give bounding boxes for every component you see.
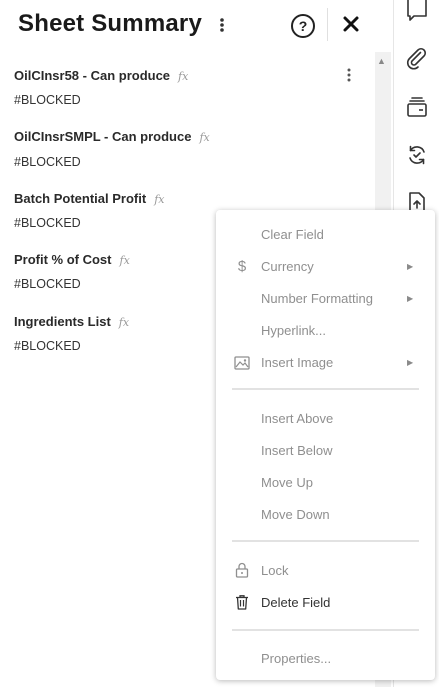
help-icon[interactable]: ? (291, 14, 315, 38)
field-label: Ingredients List (14, 314, 111, 329)
formula-icon: fx (154, 193, 165, 206)
formula-icon: fx (118, 316, 130, 329)
menu-item-hyperlink[interactable]: Hyperlink... (261, 323, 326, 338)
field-more-icon[interactable] (344, 67, 354, 83)
field-value: #BLOCKED (14, 155, 81, 169)
menu-item-insert-above[interactable]: Insert Above (261, 411, 333, 426)
menu-item-currency[interactable]: Currency (261, 259, 314, 274)
menu-divider (232, 388, 419, 390)
menu-divider (232, 540, 419, 542)
summary-field-2[interactable]: OilCInsrSMPL - Can produce fx #BLOCKED (14, 128, 210, 169)
summary-field-1[interactable]: OilCInsr58 - Can produce fx #BLOCKED (14, 67, 189, 107)
field-value: #BLOCKED (14, 216, 81, 230)
submenu-arrow-icon: ▶ (407, 358, 414, 367)
formula-icon: fx (178, 70, 189, 83)
header-divider (327, 8, 328, 41)
currency-icon: $ (237, 258, 247, 275)
menu-item-clear-field[interactable]: Clear Field (261, 227, 324, 242)
attachment-icon[interactable] (405, 47, 429, 71)
image-icon (234, 356, 250, 370)
menu-item-move-down[interactable]: Move Down (261, 507, 330, 522)
trash-icon (236, 595, 248, 610)
field-value: #BLOCKED (14, 277, 81, 291)
submenu-arrow-icon: ▶ (407, 262, 414, 271)
close-icon[interactable] (342, 15, 360, 33)
menu-item-insert-below[interactable]: Insert Below (261, 443, 333, 458)
layers-icon[interactable] (405, 96, 429, 120)
menu-item-number-formatting[interactable]: Number Formatting (261, 291, 373, 306)
field-label: Batch Potential Profit (14, 191, 147, 206)
menu-item-properties[interactable]: Properties... (261, 651, 331, 666)
field-context-menu: Clear Field $ Currency ▶ Number Formatti… (216, 210, 435, 680)
field-label: OilCInsrSMPL - Can produce (14, 129, 192, 144)
panel-title: Sheet Summary (18, 10, 203, 37)
scroll-up-arrow-icon[interactable]: ▲ (377, 56, 386, 66)
summary-field-4[interactable]: Profit % of Cost fx #BLOCKED (14, 251, 130, 291)
formula-icon: fx (119, 254, 130, 267)
sync-icon[interactable] (405, 143, 429, 167)
lock-icon (235, 562, 249, 578)
more-options-icon[interactable] (216, 14, 228, 36)
menu-item-delete-field[interactable]: Delete Field (261, 595, 330, 610)
menu-item-lock[interactable]: Lock (261, 563, 288, 578)
summary-field-5[interactable]: Ingredients List fx #BLOCKED (14, 313, 130, 353)
submenu-arrow-icon: ▶ (407, 294, 414, 303)
menu-item-move-up[interactable]: Move Up (261, 475, 313, 490)
field-value: #BLOCKED (14, 93, 81, 107)
menu-divider (232, 629, 419, 631)
menu-item-insert-image[interactable]: Insert Image (261, 355, 333, 370)
comment-icon[interactable] (405, 0, 429, 24)
field-label: OilCInsr58 - Can produce (14, 68, 171, 83)
field-value: #BLOCKED (14, 339, 81, 353)
field-label: Profit % of Cost (14, 252, 112, 267)
formula-icon: fx (199, 131, 210, 144)
summary-field-3[interactable]: Batch Potential Profit fx #BLOCKED (14, 190, 165, 230)
